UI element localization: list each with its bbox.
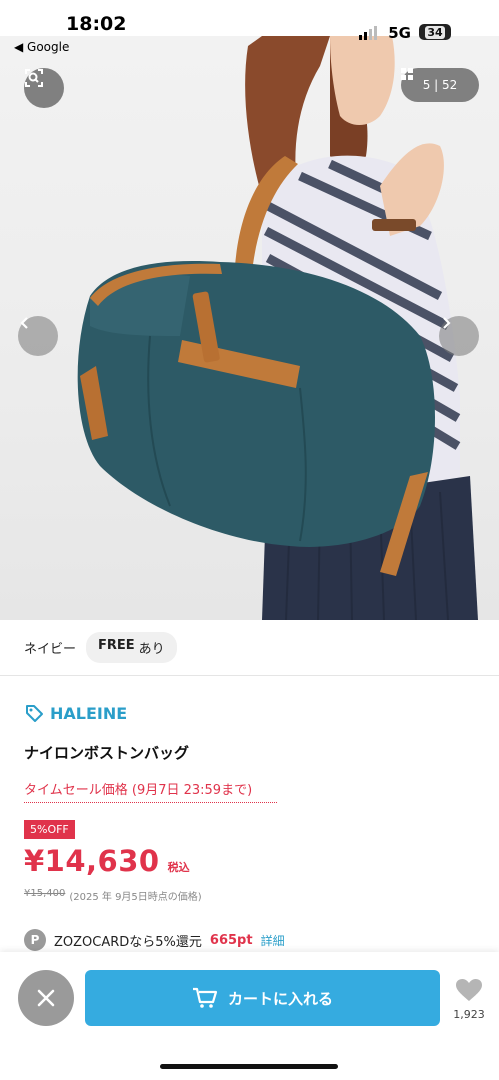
grid-icon (401, 68, 413, 80)
discount-badge: 5%OFF (24, 820, 75, 839)
points-amount: 665pt (209, 932, 253, 948)
signal-icon (359, 26, 377, 40)
color-label: ネイビー (24, 642, 77, 657)
bottom-action-bar: カートに入れる 1,923 (0, 952, 499, 1080)
current-price: ¥14,630 (24, 844, 160, 878)
size-label: FREE (98, 638, 135, 653)
status-bar: 18:02 5G 34 (0, 0, 499, 42)
product-image-gallery[interactable]: 5 | 52 (0, 36, 499, 620)
original-price-note: (2025 年 9月5日時点の価格) (69, 892, 202, 903)
tax-label: 税込 (167, 861, 190, 874)
add-to-cart-button[interactable]: カートに入れる (85, 970, 440, 1026)
close-icon (37, 989, 55, 1007)
size-chip[interactable]: FREE あり (86, 632, 177, 663)
back-to-google-link[interactable]: ◀ Google (14, 40, 69, 54)
product-name: ナイロンボストンバッグ (24, 744, 190, 762)
points-text: ZOZOCARDなら5%還元 (54, 934, 202, 950)
heart-icon (456, 979, 482, 1001)
stock-label: あり (138, 642, 165, 657)
original-price: ¥15,400 (24, 888, 66, 899)
battery-icon: 34 (419, 24, 451, 40)
add-to-cart-label: カートに入れる (227, 989, 333, 1008)
price-block: ¥14,630 税込 (24, 844, 190, 878)
cart-icon (192, 987, 218, 1008)
product-photo (77, 36, 478, 620)
original-price-row: ¥15,400 (2025 年 9月5日時点の価格) (24, 888, 202, 903)
close-button[interactable] (18, 970, 74, 1026)
brand-link[interactable]: HALEINE (24, 703, 127, 723)
brand-name: HALEINE (50, 703, 128, 723)
previous-image-button[interactable] (18, 316, 58, 356)
variant-row: ネイビー FREE あり (0, 620, 499, 676)
next-image-button[interactable] (439, 316, 479, 356)
image-search-button[interactable] (24, 68, 64, 108)
image-counter: 5 | 52 (422, 78, 458, 92)
favorite-count: 1,923 (453, 1008, 485, 1021)
network-type: 5G (388, 24, 411, 42)
image-search-icon (25, 69, 43, 87)
image-counter-button[interactable]: 5 | 52 (401, 68, 479, 102)
chevron-right-icon (443, 317, 451, 329)
status-time: 18:02 (66, 13, 127, 35)
tag-icon (26, 705, 43, 722)
favorite-button[interactable]: 1,923 (448, 978, 490, 1021)
points-icon: P (24, 929, 46, 951)
points-row: P ZOZOCARDなら5%還元 665pt 詳細 (24, 929, 285, 951)
sale-period-label: タイムセール価格 (9月7日 23:59まで) (24, 779, 277, 803)
battery-level: 34 (425, 25, 445, 39)
chevron-left-icon (20, 317, 28, 329)
points-details-link[interactable]: 詳細 (261, 932, 285, 949)
home-indicator (160, 1064, 338, 1069)
